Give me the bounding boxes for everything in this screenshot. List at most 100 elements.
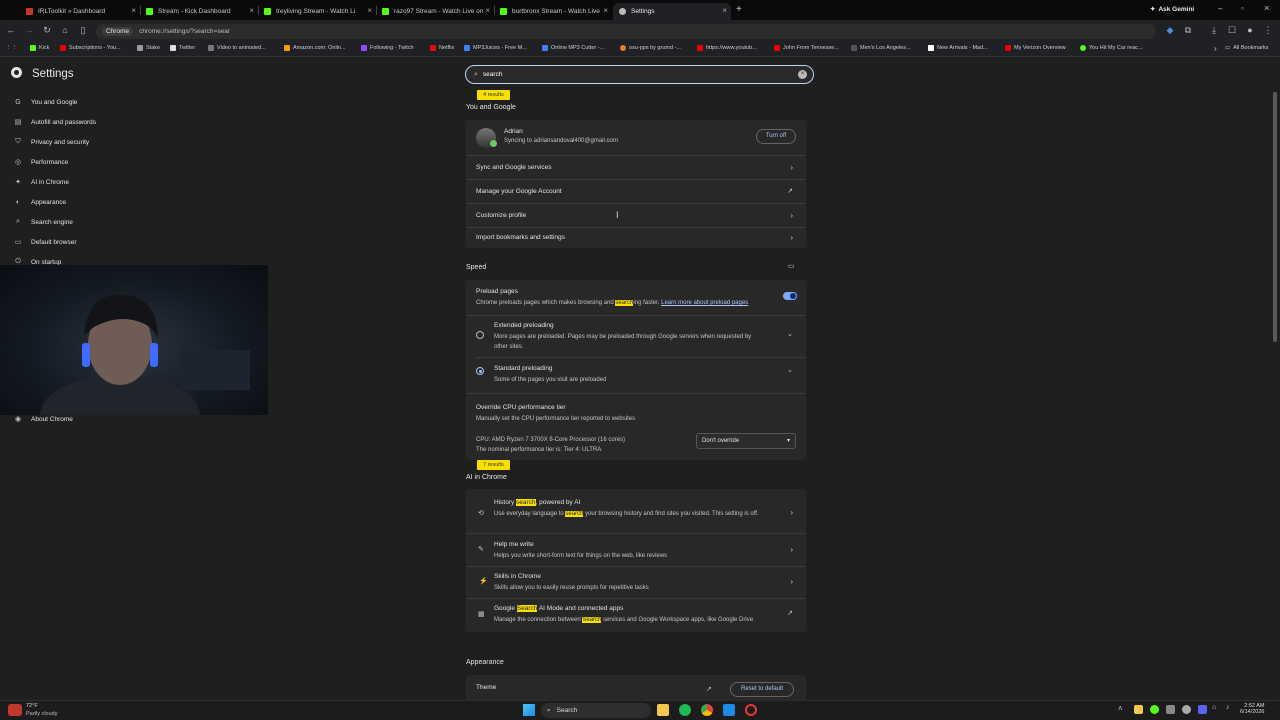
turn-off-button[interactable]: Turn off <box>756 129 796 144</box>
preload-toggle[interactable] <box>783 292 797 300</box>
import-bookmarks-row[interactable]: Import bookmarks and settings <box>476 228 796 252</box>
file-explorer-icon[interactable] <box>657 704 669 716</box>
sidebar-item-search-engine[interactable]: ⌕ Search engine <box>0 215 73 229</box>
close-icon[interactable]: × <box>603 6 608 15</box>
all-bookmarks-button[interactable]: ▭ All Bookmarks <box>1225 45 1268 51</box>
menu-kebab-icon[interactable]: ⋮ <box>1262 25 1274 36</box>
clock[interactable]: 2:52 AM 6/14/2026 <box>1240 703 1264 715</box>
cpu-override-select[interactable]: Don't override ▾ <box>696 433 796 449</box>
volume-icon[interactable]: ♪ <box>1226 704 1230 711</box>
sidebar-item-default-browser[interactable]: ▭ Default browser <box>0 235 77 249</box>
bookmark-item[interactable]: Stake <box>137 45 160 51</box>
bookmark-item[interactable]: Following - Twitch <box>361 45 414 51</box>
customize-profile-row[interactable]: Customize profile <box>476 204 796 228</box>
maximize-icon[interactable]: ▫ <box>1241 4 1244 13</box>
sidebar-item-autofill[interactable]: ▤ Autofill and passwords <box>0 115 96 129</box>
extensions-puzzle-icon[interactable]: ⧉ <box>1182 25 1194 36</box>
tab-kick-dashboard[interactable]: Stream - Kick Dashboard × <box>140 3 258 20</box>
google-search-ai-mode-row[interactable]: Google Search AI Mode and connected apps… <box>494 605 776 625</box>
close-icon[interactable]: × <box>249 6 254 15</box>
bookmark-item[interactable]: Amazon.com: Onlin... <box>284 45 346 51</box>
weather-icon[interactable] <box>8 704 22 716</box>
taskbar-search[interactable]: ⌕ Search <box>541 703 651 718</box>
sidebar-item-performance[interactable]: ◎ Performance <box>0 155 68 169</box>
close-icon[interactable]: × <box>485 6 490 15</box>
settings-search-input[interactable]: ⌕ search × <box>465 65 814 84</box>
manage-google-account-row[interactable]: Manage your Google Account <box>476 180 796 204</box>
extended-preloading-row[interactable]: Extended preloading More pages are prelo… <box>494 322 766 352</box>
reset-to-default-button[interactable]: Reset to default <box>730 682 794 697</box>
sync-and-google-services-row[interactable]: Sync and Google services <box>476 156 796 180</box>
side-panel-icon[interactable]: ▯ <box>77 25 89 36</box>
network-icon[interactable]: ⌂ <box>1212 704 1216 711</box>
extension-icon[interactable]: ◆ <box>1164 25 1176 36</box>
tray-icon[interactable] <box>1166 705 1175 714</box>
sidebar-item-appearance[interactable]: ◐ Appearance <box>0 195 66 209</box>
feedback-icon[interactable]: ▭ <box>788 262 795 270</box>
profile-icon[interactable]: ☐ <box>1226 25 1238 36</box>
close-icon[interactable]: × <box>722 6 727 15</box>
chrome-icon: ◉ <box>14 416 22 423</box>
chevron-right-icon[interactable]: › <box>1214 44 1217 53</box>
tab-settings[interactable]: Settings × <box>613 3 731 20</box>
app-taskbar-icon[interactable] <box>723 704 735 716</box>
close-window-icon[interactable]: × <box>1264 3 1269 13</box>
clear-search-icon[interactable]: × <box>798 70 807 79</box>
bookmark-item[interactable]: Kick <box>30 45 49 51</box>
bookmark-item[interactable]: Twitter <box>170 45 195 51</box>
windows-start-icon[interactable] <box>523 704 535 716</box>
bookmark-item[interactable]: Netflix <box>430 45 454 51</box>
forward-icon[interactable]: → <box>23 25 35 35</box>
address-bar[interactable]: Chrome chrome://settings/?search=sear <box>96 24 1156 39</box>
tab-irltoolkit[interactable]: IRLToolkit » Dashboard × <box>20 3 140 20</box>
skills-row[interactable]: Skills in Chrome Skills allow you to eas… <box>494 573 776 593</box>
site-favicon-icon <box>208 45 214 51</box>
obs-icon[interactable] <box>745 704 757 716</box>
chrome-taskbar-icon[interactable] <box>701 704 713 716</box>
chevron-up-icon[interactable]: ˄ <box>1118 704 1123 713</box>
bookmark-item[interactable]: MP3Juices - Free M... <box>464 45 527 51</box>
bookmark-item[interactable]: My Verizon Overview <box>1005 45 1066 51</box>
ask-gemini-button[interactable]: ✦ Ask Gemini <box>1150 5 1194 14</box>
tab-burtbronx[interactable]: burtbronx Stream - Watch Live × <box>494 3 612 20</box>
minimize-icon[interactable]: – <box>1218 4 1222 13</box>
bookmark-item[interactable]: New Arrivals - Mad... <box>928 45 988 51</box>
bookmark-item[interactable]: You Hit My Car reac... <box>1080 45 1143 51</box>
tray-icon[interactable] <box>1150 705 1159 714</box>
bookmark-item[interactable]: Subscriptions - You... <box>60 45 121 51</box>
sidebar-item-you-and-google[interactable]: G You and Google <box>0 95 77 109</box>
extended-preloading-radio[interactable] <box>476 331 484 339</box>
bookmark-item[interactable]: osu-pps by grumd -... <box>620 45 681 51</box>
back-icon[interactable]: ← <box>5 25 17 35</box>
learn-more-link[interactable]: Learn more about preload pages <box>661 300 748 306</box>
home-icon[interactable]: ⌂ <box>59 25 71 35</box>
tab-razo97[interactable]: razo97 Stream - Watch Live on × <box>376 3 494 20</box>
tab-treyliving[interactable]: treyliving Stream - Watch Li × <box>258 3 376 20</box>
bookmark-item[interactable]: Men's Los Angeles... <box>851 45 911 51</box>
bookmark-item[interactable]: https://www.youtub... <box>697 45 757 51</box>
bookmark-item[interactable]: Online MP3 Cutter -... <box>542 45 604 51</box>
reload-icon[interactable]: ↻ <box>41 25 53 36</box>
close-icon[interactable]: × <box>131 6 136 15</box>
download-icon[interactable]: ⤓ <box>1208 25 1220 36</box>
sidebar-item-privacy[interactable]: ⛉ Privacy and security <box>0 135 89 149</box>
apps-icon[interactable]: ⋮⋮ <box>6 45 17 51</box>
history-search-row[interactable]: History search, powered by AI Use everyd… <box>494 499 776 519</box>
avatar[interactable]: ● <box>1244 25 1256 35</box>
discord-icon[interactable] <box>1198 705 1207 714</box>
spotify-icon[interactable] <box>679 704 691 716</box>
chevron-down-icon[interactable]: ⌄ <box>787 330 793 338</box>
close-icon[interactable]: × <box>367 6 372 15</box>
standard-preloading-row[interactable]: Standard preloading Some of the pages yo… <box>494 365 766 385</box>
chevron-down-icon[interactable]: ⌄ <box>787 366 793 374</box>
standard-preloading-radio[interactable] <box>476 367 484 375</box>
tray-icon[interactable] <box>1182 705 1191 714</box>
external-link-icon[interactable]: ↗ <box>706 685 712 693</box>
sidebar-item-ai-in-chrome[interactable]: ✦ AI in Chrome <box>0 175 69 189</box>
scrollbar-thumb[interactable] <box>1273 92 1277 342</box>
bookmark-item[interactable]: John From Tennesse... <box>774 45 839 51</box>
tray-icon[interactable] <box>1134 705 1143 714</box>
new-tab-icon[interactable]: + <box>736 4 742 15</box>
help-me-write-row[interactable]: Help me write Helps you write short-form… <box>494 541 776 561</box>
bookmark-item[interactable]: Video to animated... <box>208 45 266 51</box>
